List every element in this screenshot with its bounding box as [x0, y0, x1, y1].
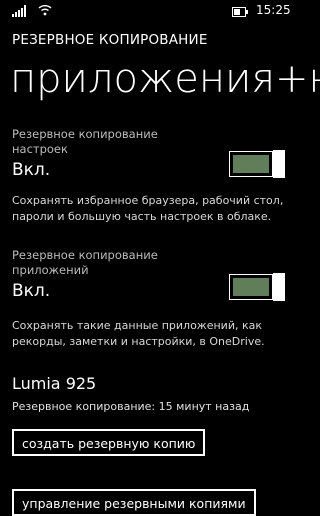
toggle-thumb[interactable] [273, 150, 285, 178]
toggle-track [229, 274, 273, 300]
status-time: 15:25 [256, 3, 291, 17]
page-title[interactable]: приложения+н [10, 56, 320, 102]
create-backup-button[interactable]: создать резервную копию [12, 429, 206, 456]
apps-backup-value: Вкл. [12, 281, 51, 301]
settings-backup-value: Вкл. [12, 160, 51, 180]
settings-backup-toggle[interactable] [229, 150, 285, 178]
device-name: Lumia 925 [12, 374, 97, 393]
apps-backup-label: Резервное копирование приложений [12, 248, 158, 277]
toggle-track [229, 151, 273, 177]
last-backup-text: Резервное копирование: 15 минут назад [12, 400, 250, 413]
settings-backup-description: Сохранять избранное браузера, рабочий ст… [12, 194, 284, 223]
manage-backups-button[interactable]: управление резервными копиями [12, 489, 256, 516]
battery-icon [232, 7, 248, 17]
apps-backup-toggle[interactable] [229, 273, 285, 301]
signal-icon [12, 5, 28, 17]
wifi-icon [38, 5, 52, 16]
toggle-thumb[interactable] [273, 273, 285, 301]
apps-backup-description: Сохранять такие данные приложений, как р… [12, 319, 265, 348]
status-bar: 15:25 [0, 0, 300, 22]
app-title: РЕЗЕРВНОЕ КОПИРОВАНИЕ [12, 32, 208, 48]
settings-backup-label: Резервное копирование настроек [12, 127, 158, 156]
